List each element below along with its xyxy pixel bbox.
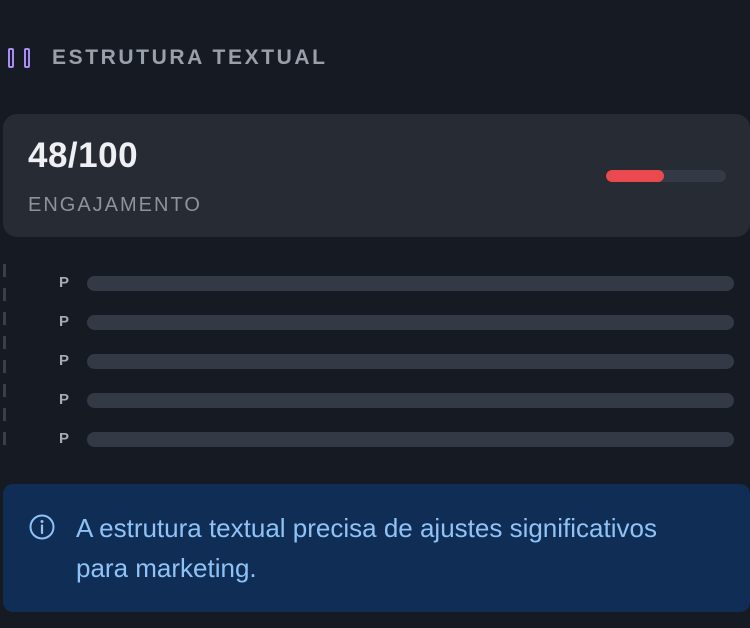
paragraph-label: P (59, 430, 70, 447)
paragraph-label: P (59, 352, 70, 369)
structure-panel: ESTRUTURA TEXTUAL 48/100 ENGAJAMENTO P P… (0, 0, 750, 628)
paragraph-label: P (59, 313, 70, 330)
section-title: ESTRUTURA TEXTUAL (52, 46, 328, 69)
paragraph-label: P (59, 391, 70, 408)
paragraph-row: P (0, 273, 750, 293)
section-header: ESTRUTURA TEXTUAL (8, 44, 328, 72)
columns-icon (8, 46, 30, 70)
paragraph-structure: P P P P P (0, 264, 750, 456)
paragraph-bar (87, 354, 734, 369)
paragraph-bar (87, 393, 734, 408)
info-message-box: A estrutura textual precisa de ajustes s… (3, 484, 750, 612)
paragraph-bar (87, 315, 734, 330)
paragraph-row: P (0, 429, 750, 449)
score-label: ENGAJAMENTO (28, 194, 202, 216)
score-value: 48/100 (28, 136, 139, 175)
info-icon (29, 514, 55, 540)
engagement-score-card: 48/100 ENGAJAMENTO (3, 114, 750, 237)
paragraph-bar (87, 276, 734, 291)
columns-icon-right (24, 48, 30, 68)
columns-icon-left (8, 48, 14, 68)
paragraph-row: P (0, 390, 750, 410)
paragraph-label: P (59, 274, 70, 291)
score-progress-bar (606, 170, 726, 182)
info-message: A estrutura textual precisa de ajustes s… (76, 513, 657, 583)
paragraph-bar (87, 432, 734, 447)
score-progress-fill (606, 170, 664, 182)
paragraph-row: P (0, 312, 750, 332)
paragraph-row: P (0, 351, 750, 371)
